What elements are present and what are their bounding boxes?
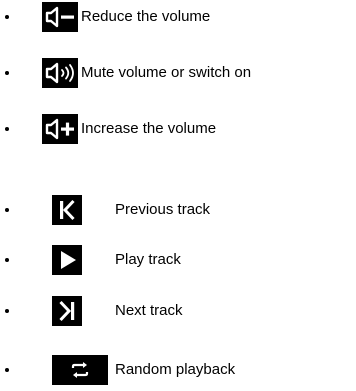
list-item-play-track: Play track	[0, 245, 356, 275]
increase-volume-label: Increase the volume	[81, 120, 217, 137]
bullet	[5, 258, 9, 262]
reduce-volume-label: Reduce the volume	[81, 8, 211, 25]
list-item-reduce-volume: Reduce the volume	[0, 2, 356, 32]
bullet	[5, 15, 9, 19]
list-item-mute-volume: Mute volume or switch on	[0, 58, 356, 88]
previous-track-label: Previous track	[115, 201, 211, 218]
volume-down-icon	[42, 2, 78, 32]
volume-up-icon	[42, 114, 78, 144]
bullet	[5, 127, 9, 131]
volume-mute-toggle-icon	[42, 58, 78, 88]
bullet	[5, 368, 9, 372]
next-track-icon	[52, 296, 82, 326]
mute-volume-label: Mute volume or switch on	[81, 64, 252, 81]
list-item-random-playback: Random playback	[0, 355, 356, 385]
bullet	[5, 208, 9, 212]
play-icon	[52, 245, 82, 275]
random-playback-label: Random playback	[115, 361, 236, 378]
next-track-label: Next track	[115, 302, 183, 319]
shuffle-icon	[52, 355, 108, 385]
list-item-previous-track: Previous track	[0, 195, 356, 225]
list-item-increase-volume: Increase the volume	[0, 114, 356, 144]
bullet	[5, 71, 9, 75]
bullet	[5, 309, 9, 313]
play-track-label: Play track	[115, 251, 181, 268]
list-item-next-track: Next track	[0, 296, 356, 326]
previous-track-icon	[52, 195, 82, 225]
